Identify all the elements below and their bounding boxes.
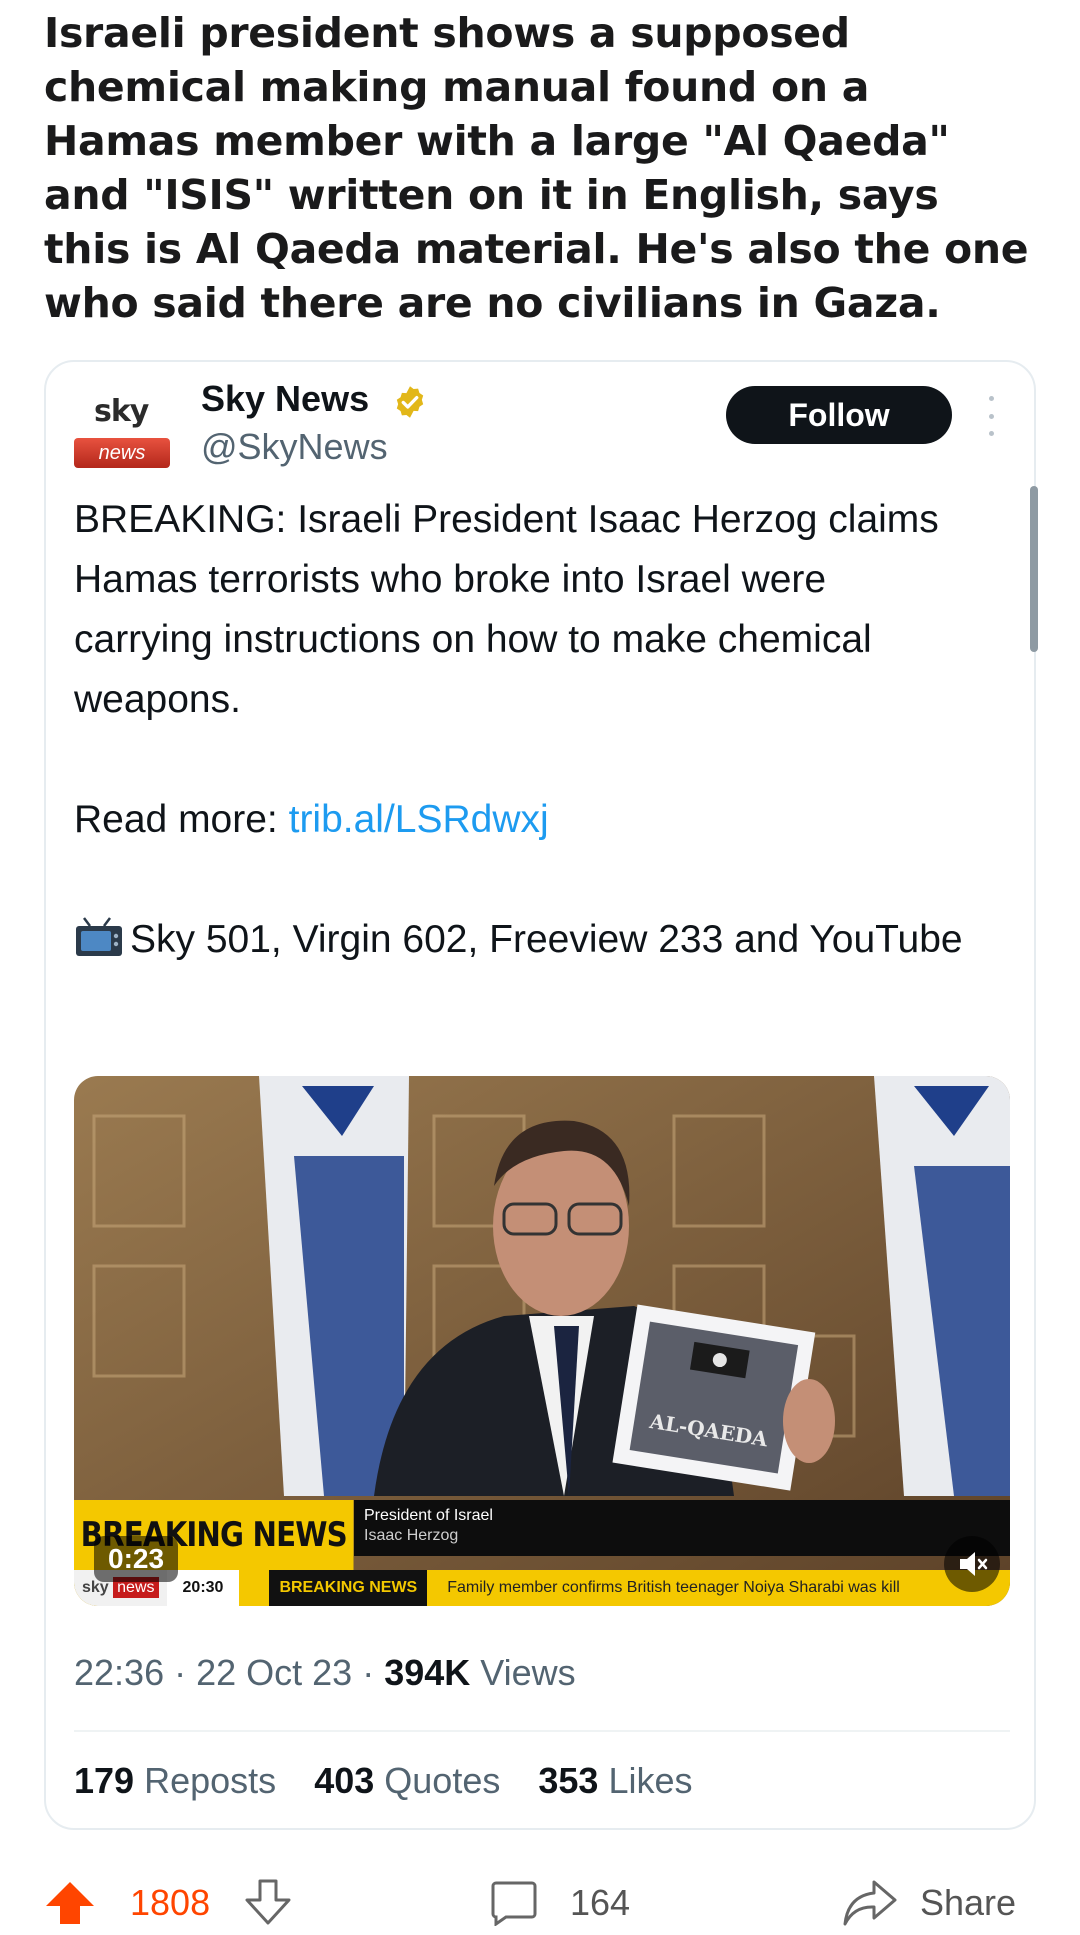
share-button[interactable]: Share xyxy=(920,1882,1016,1924)
upvote-icon[interactable] xyxy=(44,1880,96,1926)
ticker-text: Family member confirms British teenager … xyxy=(447,1579,900,1596)
mute-icon xyxy=(960,1552,988,1576)
tweet-timestamp[interactable]: 22:36 · 22 Oct 23 · 394K Views xyxy=(74,1652,576,1694)
divider xyxy=(74,1730,1010,1732)
caption-title: President of Israel xyxy=(364,1507,493,1524)
breaking-news-banner: BREAKING NEWS President of Israel Isaac … xyxy=(74,1500,1010,1606)
read-more-line: Read more: trib.al/LSRdwxj xyxy=(74,790,974,850)
scrollbar[interactable] xyxy=(1030,486,1038,652)
channels-text: Sky 501, Virgin 602, Freeview 233 and Yo… xyxy=(130,918,963,961)
tweet-headline: BREAKING: Israeli President Isaac Herzog… xyxy=(74,498,939,721)
post-title[interactable]: Israeli president shows a supposed chemi… xyxy=(44,6,1034,330)
comment-icon[interactable] xyxy=(490,1880,538,1926)
logo-sky-word: sky xyxy=(94,394,149,429)
tweet-date: 22 Oct 23 xyxy=(196,1652,353,1693)
lower-third-caption: President of Israel Isaac Herzog xyxy=(354,1500,1010,1556)
account-handle[interactable]: @SkyNews xyxy=(201,426,388,468)
verified-icon xyxy=(396,386,424,418)
likes-stat[interactable]: 353 Likes xyxy=(538,1760,692,1801)
ticker-breaking-label: BREAKING NEWS xyxy=(269,1570,428,1606)
downvote-icon[interactable] xyxy=(242,1878,294,1926)
engagement-stats: 179 Reposts 403 Quotes 353 Likes xyxy=(74,1760,721,1802)
read-more-label: Read more: xyxy=(74,798,289,841)
reposts-stat[interactable]: 179 Reposts xyxy=(74,1760,276,1801)
mute-button[interactable] xyxy=(944,1536,1000,1592)
channels-line: Sky 501, Virgin 602, Freeview 233 and Yo… xyxy=(74,910,974,970)
account-name[interactable]: Sky News xyxy=(201,378,369,420)
follow-button[interactable]: Follow xyxy=(726,386,952,444)
tweet-time: 22:36 xyxy=(74,1652,165,1693)
quotes-stat[interactable]: 403 Quotes xyxy=(314,1760,500,1801)
news-ticker: sky news 20:30 BREAKING NEWS Family memb… xyxy=(74,1570,1010,1606)
vote-count: 1808 xyxy=(130,1882,211,1923)
views-count: 394K xyxy=(384,1652,471,1693)
embedded-tweet-card[interactable]: sky news Sky News @SkyNews Follow BREAKI… xyxy=(44,360,1038,1830)
caption-subtitle: Isaac Herzog xyxy=(364,1527,459,1544)
logo-news-bar: news xyxy=(74,438,170,468)
views-label: Views xyxy=(480,1652,576,1693)
read-more-link[interactable]: trib.al/LSRdwxj xyxy=(289,798,549,841)
ticker-clock: 20:30 xyxy=(166,1570,240,1606)
more-icon[interactable] xyxy=(986,396,996,436)
tv-icon xyxy=(76,917,122,956)
share-icon[interactable] xyxy=(842,1878,898,1928)
comment-count: 164 xyxy=(570,1882,631,1923)
video-player[interactable]: AL-QAEDA BREAKING NEWS President of Isra… xyxy=(74,1076,1010,1606)
tweet-text: BREAKING: Israeli President Isaac Herzog… xyxy=(74,490,974,970)
post-action-bar: 1808 164 Share xyxy=(0,1872,1080,1932)
video-timestamp: 0:23 xyxy=(94,1536,179,1582)
avatar[interactable]: sky news xyxy=(74,388,170,468)
